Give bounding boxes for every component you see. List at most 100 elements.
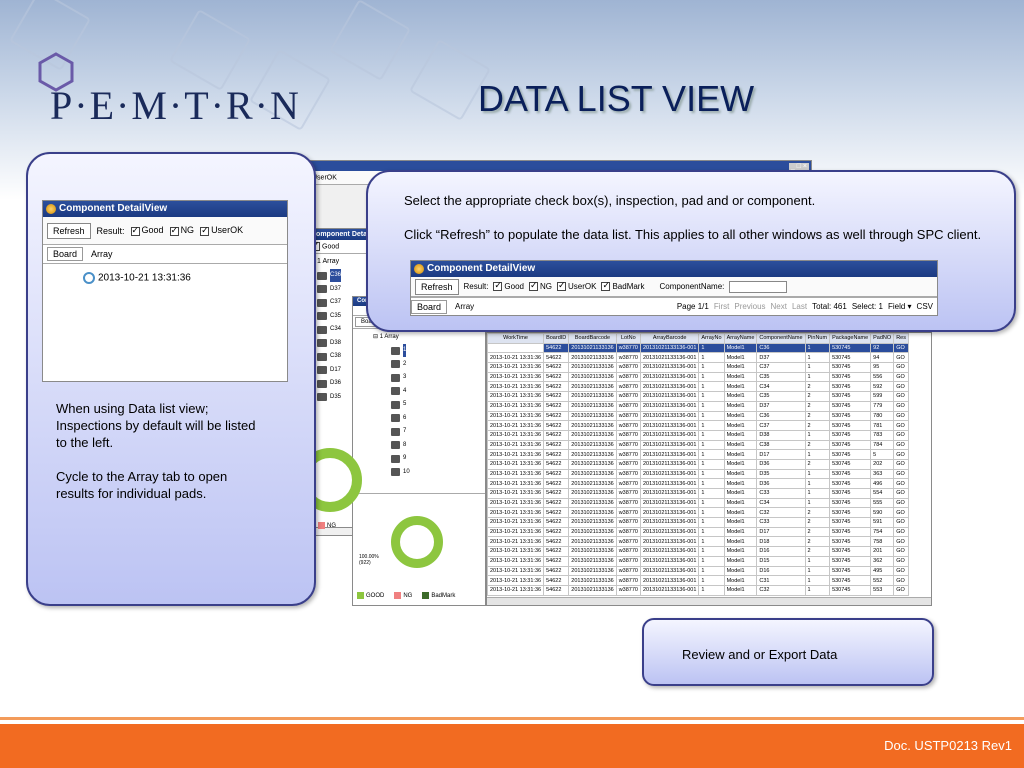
column-header[interactable]: PadNO — [870, 333, 895, 344]
table-cell: 20131021133136 — [568, 584, 617, 596]
table-row[interactable]: 2013-10-21 13:31:36 54622 20131021133136 w3… — [487, 565, 909, 577]
table-row[interactable]: 2013-10-21 13:31:36 54622 20131021133136 w3… — [487, 420, 909, 431]
timestamp-node[interactable]: 2013-10-21 13:31:36 — [43, 264, 287, 284]
table-row[interactable]: 2013-10-21 13:31:36 54622 20131021133136 w3… — [487, 488, 909, 499]
table-row[interactable]: 2013-10-21 13:31:36 54622 20131021133136 w3… — [487, 575, 909, 586]
table-row[interactable]: 2013-10-21 13:31:36 54622 20131021133136 w3… — [487, 352, 909, 364]
table-row[interactable]: 2013-10-21 13:31:36 54622 20131021133136 w3… — [487, 546, 909, 557]
left-userok-checkbox[interactable]: UserOK — [200, 225, 243, 236]
table-row[interactable]: 2013-10-21 13:31:36 54622 20131021133136 w3… — [487, 439, 909, 451]
table-cell: 1 — [698, 371, 725, 383]
userok-checkbox[interactable]: UserOK — [557, 280, 596, 292]
pager-first[interactable]: First — [714, 302, 730, 311]
footer-bar: Doc. USTP0213 Rev1 — [0, 724, 1024, 768]
table-row[interactable]: 2013-10-21 13:31:36 54622 20131021133136 w3… — [487, 429, 909, 441]
table-cell: GO — [893, 507, 909, 519]
array-node[interactable]: 2 — [391, 358, 485, 372]
table-cell: 530745 — [829, 400, 872, 412]
component-name-input[interactable] — [729, 280, 788, 293]
array-node[interactable]: 3 — [391, 371, 485, 385]
array-node[interactable]: 4 — [391, 385, 485, 399]
window-controls[interactable]: _ □ × — [788, 163, 809, 170]
table-row[interactable]: 2013-10-21 13:31:36 54622 20131021133136 w3… — [487, 458, 909, 470]
table-cell: 20131021133136 — [568, 468, 617, 480]
right-tab-board[interactable]: Board — [411, 299, 448, 314]
csv-export-button[interactable]: CSV — [917, 302, 933, 311]
chip-icon — [317, 285, 327, 294]
pager-last[interactable]: Last — [792, 302, 807, 311]
array-node[interactable]: 1 — [391, 344, 485, 358]
column-header[interactable]: PinNum — [804, 333, 831, 344]
left-tab-board[interactable]: Board — [47, 247, 84, 261]
table-cell: 530745 — [829, 352, 872, 364]
table-cell: 20131021133136-001 — [639, 468, 700, 480]
table-row[interactable]: 2013-10-21 13:31:36 54622 20131021133136 w3… — [487, 536, 909, 548]
table-row[interactable]: 2013-10-21 13:31:36 54622 20131021133136 w3… — [487, 478, 909, 489]
table-cell: 20131021133136-001 — [639, 565, 700, 577]
column-header[interactable]: BoardID — [543, 333, 570, 344]
pager-total: Total: 461 — [812, 302, 847, 311]
table-cell: 20131021133136-001 — [639, 410, 700, 422]
component-label: D38 — [330, 339, 342, 346]
table-cell: 552 — [870, 575, 895, 586]
column-header[interactable]: ArrayBarcode — [639, 333, 700, 344]
column-header[interactable]: LotNo — [615, 333, 641, 344]
legend-good: GOOD — [366, 593, 385, 600]
array-node[interactable]: 10 — [391, 466, 485, 480]
array-node[interactable]: 8 — [391, 439, 485, 453]
table-row[interactable]: 2013-10-21 13:31:36 54622 20131021133136 w3… — [487, 555, 909, 567]
table-row[interactable]: 2013-10-21 13:31:36 54622 20131021133136 w3… — [487, 400, 909, 412]
array-node[interactable]: 5 — [391, 398, 485, 412]
pager-next[interactable]: Next — [771, 302, 787, 311]
data-grid[interactable]: WorkTime BoardID BoardBarcode LotNo ArrayBar… — [486, 332, 932, 606]
refresh-button[interactable]: Refresh — [415, 278, 459, 295]
table-row[interactable]: 2013-10-21 13:31:36 54622 20131021133136 w3… — [487, 517, 909, 528]
left-tab-array[interactable]: Array — [85, 247, 119, 261]
array-node[interactable]: 9 — [391, 452, 485, 466]
table-cell: GO — [893, 371, 909, 383]
table-row[interactable]: 2013-10-21 13:31:36 54622 20131021133136 w3… — [487, 584, 909, 596]
right-tab-array[interactable]: Array — [447, 302, 482, 311]
left-refresh-button[interactable]: Refresh — [47, 222, 91, 239]
table-row[interactable]: 2013-10-21 13:31:36 54622 20131021133136 w3… — [487, 507, 909, 519]
column-header[interactable]: ArrayNo — [698, 333, 725, 344]
table-cell: GO — [893, 458, 909, 470]
table-row[interactable]: 2013-10-21 13:31:36 54622 20131021133136 w3… — [487, 391, 909, 402]
badmark-checkbox[interactable]: BadMark — [601, 280, 644, 292]
horizontal-scrollbar[interactable] — [487, 597, 931, 605]
ng-checkbox[interactable]: NG — [529, 280, 552, 292]
column-header[interactable]: BoardBarcode — [568, 333, 617, 344]
good-checkbox[interactable]: Good — [493, 280, 524, 292]
table-cell: 530745 — [829, 555, 872, 567]
table-row[interactable]: 2013-10-21 13:31:36 54622 20131021133136 w3… — [487, 342, 909, 354]
table-cell: 20131021133136 — [568, 410, 617, 422]
column-header[interactable]: ComponentName — [756, 333, 806, 344]
table-cell: 758 — [870, 536, 895, 548]
table-cell: 362 — [870, 555, 895, 567]
column-header[interactable]: ArrayName — [723, 333, 758, 344]
table-row[interactable]: 2013-10-21 13:31:36 54622 20131021133136 w3… — [487, 449, 909, 460]
table-row[interactable]: 2013-10-21 13:31:36 54622 20131021133136 w3… — [487, 362, 909, 373]
chip-icon — [317, 325, 327, 334]
table-cell: 5 — [870, 449, 895, 460]
column-header[interactable]: WorkTime — [487, 333, 545, 344]
table-row[interactable]: 2013-10-21 13:31:36 54622 20131021133136 w3… — [487, 371, 909, 383]
table-row[interactable]: 2013-10-21 13:31:36 54622 20131021133136 w3… — [487, 526, 909, 538]
table-cell: 54622 — [543, 342, 570, 354]
table-row[interactable]: 2013-10-21 13:31:36 54622 20131021133136 w3… — [487, 410, 909, 422]
table-cell: 20131021133136 — [568, 526, 617, 538]
field-dropdown[interactable]: Field ▾ — [888, 302, 912, 311]
table-cell: 1 — [698, 497, 725, 509]
table-row[interactable]: 2013-10-21 13:31:36 54622 20131021133136 w3… — [487, 468, 909, 480]
table-cell: 54622 — [543, 400, 570, 412]
left-good-checkbox[interactable]: Good — [130, 225, 164, 236]
table-row[interactable]: 2013-10-21 13:31:36 54622 20131021133136 w3… — [487, 497, 909, 509]
array-node[interactable]: 7 — [391, 425, 485, 439]
column-header[interactable]: PackageName — [829, 333, 872, 344]
table-row[interactable]: 2013-10-21 13:31:36 54622 20131021133136 w3… — [487, 381, 909, 393]
bottom-callout-text: Review and or Export Data — [682, 647, 838, 662]
pager-previous[interactable]: Previous — [734, 302, 765, 311]
array-node[interactable]: 6 — [391, 412, 485, 426]
column-header[interactable]: Res — [893, 333, 909, 344]
left-ng-checkbox[interactable]: NG — [169, 225, 194, 236]
